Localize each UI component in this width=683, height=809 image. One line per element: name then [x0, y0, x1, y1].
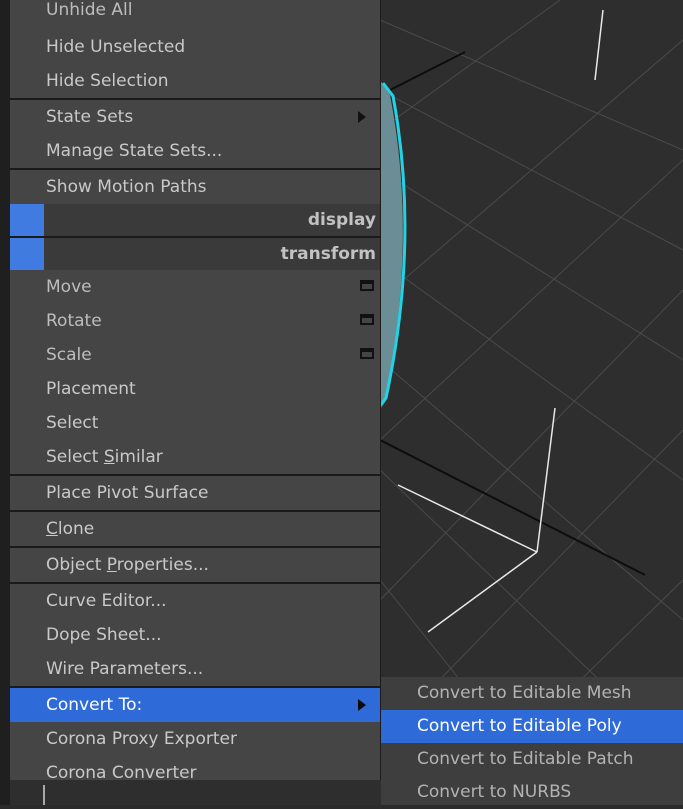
- menu-item-dope-sheet[interactable]: Dope Sheet...: [10, 618, 380, 652]
- convert-section: Convert To: Corona Proxy Exporter Corona…: [10, 686, 380, 790]
- menu-item-label: Move: [46, 277, 92, 297]
- submenu-item-convert-editable-poly[interactable]: Convert to Editable Poly: [381, 710, 683, 743]
- menu-item-hide-unselected[interactable]: Hide Unselected: [10, 30, 380, 64]
- label-hotkey: C: [46, 519, 58, 539]
- menu-item-placement[interactable]: Placement: [10, 372, 380, 406]
- menu-item-label: Manage State Sets...: [46, 141, 223, 161]
- submenu-item-label: Convert to NURBS: [417, 782, 572, 802]
- clone-section: Clone: [10, 510, 380, 546]
- menu-item-label: Unhide All: [46, 0, 133, 20]
- menu-item-curve-editor[interactable]: Curve Editor...: [10, 584, 380, 618]
- menu-item-label: Rotate: [46, 311, 102, 331]
- menu-item-label: Hide Unselected: [46, 37, 186, 57]
- properties-section: Object Properties...: [10, 546, 380, 582]
- label-part: roperties...: [116, 555, 209, 575]
- menu-item-label: Corona Converter: [46, 763, 197, 783]
- submenu-item-convert-editable-patch[interactable]: Convert to Editable Patch: [381, 743, 683, 776]
- menu-item-hide-selection[interactable]: Hide Selection: [10, 64, 380, 98]
- submenu-arrow-icon: [358, 699, 366, 711]
- display-section: Unhide All Hide Unselected Hide Selectio…: [10, 0, 380, 98]
- submenu-item-convert-nurbs[interactable]: Convert to NURBS: [381, 776, 683, 809]
- menu-item-wire-parameters[interactable]: Wire Parameters...: [10, 652, 380, 686]
- menu-item-rotate[interactable]: Rotate: [10, 304, 380, 338]
- menu-item-label: Placement: [46, 379, 136, 399]
- quad-menu: Unhide All Hide Unselected Hide Selectio…: [10, 0, 381, 783]
- menu-item-label: Select: [46, 413, 99, 433]
- label-part: imilar: [114, 447, 163, 467]
- menu-item-label: Convert To:: [46, 695, 143, 715]
- menu-item-clone[interactable]: Clone: [10, 512, 380, 546]
- menu-item-place-pivot-surface[interactable]: Place Pivot Surface: [10, 476, 380, 510]
- quad-header-label: transform: [280, 244, 376, 264]
- label-hotkey: S: [103, 447, 115, 467]
- quad-color-swatch: [10, 238, 44, 270]
- submenu-item-label: Convert to Editable Poly: [417, 716, 622, 736]
- editor-section: Curve Editor... Dope Sheet... Wire Param…: [10, 582, 380, 686]
- menu-item-show-motion-paths[interactable]: Show Motion Paths: [10, 170, 380, 204]
- convert-to-submenu: Convert to Editable Mesh Convert to Edit…: [381, 677, 683, 805]
- menu-item-label: Wire Parameters...: [46, 659, 204, 679]
- options-box-icon[interactable]: [360, 348, 374, 359]
- options-box-icon[interactable]: [360, 314, 374, 325]
- motion-paths-section: Show Motion Paths: [10, 168, 380, 204]
- menu-item-convert-to[interactable]: Convert To:: [10, 688, 380, 722]
- submenu-item-label: Convert to Editable Mesh: [417, 683, 632, 703]
- menu-item-label: State Sets: [46, 107, 134, 127]
- left-edge-strip: [0, 0, 10, 805]
- label-part: lone: [57, 519, 95, 539]
- menu-item-unhide-all[interactable]: Unhide All: [10, 0, 380, 30]
- transform-section: Move Rotate Scale Placement Select Selec…: [10, 270, 380, 474]
- menu-item-label: Hide Selection: [46, 71, 169, 91]
- menu-item-label: Show Motion Paths: [46, 177, 207, 197]
- menu-item-state-sets[interactable]: State Sets: [10, 100, 380, 134]
- quad-header-transform: transform: [10, 236, 380, 270]
- submenu-item-label: Convert to Editable Patch: [417, 749, 634, 769]
- menu-item-select-similar[interactable]: Select Similar: [10, 440, 380, 474]
- menu-item-corona-converter[interactable]: Corona Converter: [10, 756, 380, 790]
- label-part: Object: [46, 555, 107, 575]
- submenu-item-convert-editable-mesh[interactable]: Convert to Editable Mesh: [381, 677, 683, 710]
- menu-item-label: Place Pivot Surface: [46, 483, 209, 503]
- menu-item-label: Corona Proxy Exporter: [46, 729, 237, 749]
- label-part: Select: [46, 447, 104, 467]
- quad-header-label: display: [307, 210, 376, 230]
- menu-item-select[interactable]: Select: [10, 406, 380, 440]
- menu-item-label: Curve Editor...: [46, 591, 167, 611]
- state-sets-section: State Sets Manage State Sets...: [10, 98, 380, 168]
- submenu-arrow-icon: [358, 111, 366, 123]
- quad-header-display: display: [10, 204, 380, 236]
- quad-color-swatch: [10, 204, 44, 236]
- options-box-icon[interactable]: [360, 280, 374, 291]
- menu-item-scale[interactable]: Scale: [10, 338, 380, 372]
- menu-item-label: Dope Sheet...: [46, 625, 162, 645]
- menu-item-corona-proxy-exporter[interactable]: Corona Proxy Exporter: [10, 722, 380, 756]
- menu-item-move[interactable]: Move: [10, 270, 380, 304]
- menu-item-label: Scale: [46, 345, 92, 365]
- menu-item-object-properties[interactable]: Object Properties...: [10, 548, 380, 582]
- menu-item-manage-state-sets[interactable]: Manage State Sets...: [10, 134, 380, 168]
- pivot-section: Place Pivot Surface: [10, 474, 380, 510]
- label-hotkey: P: [106, 555, 117, 575]
